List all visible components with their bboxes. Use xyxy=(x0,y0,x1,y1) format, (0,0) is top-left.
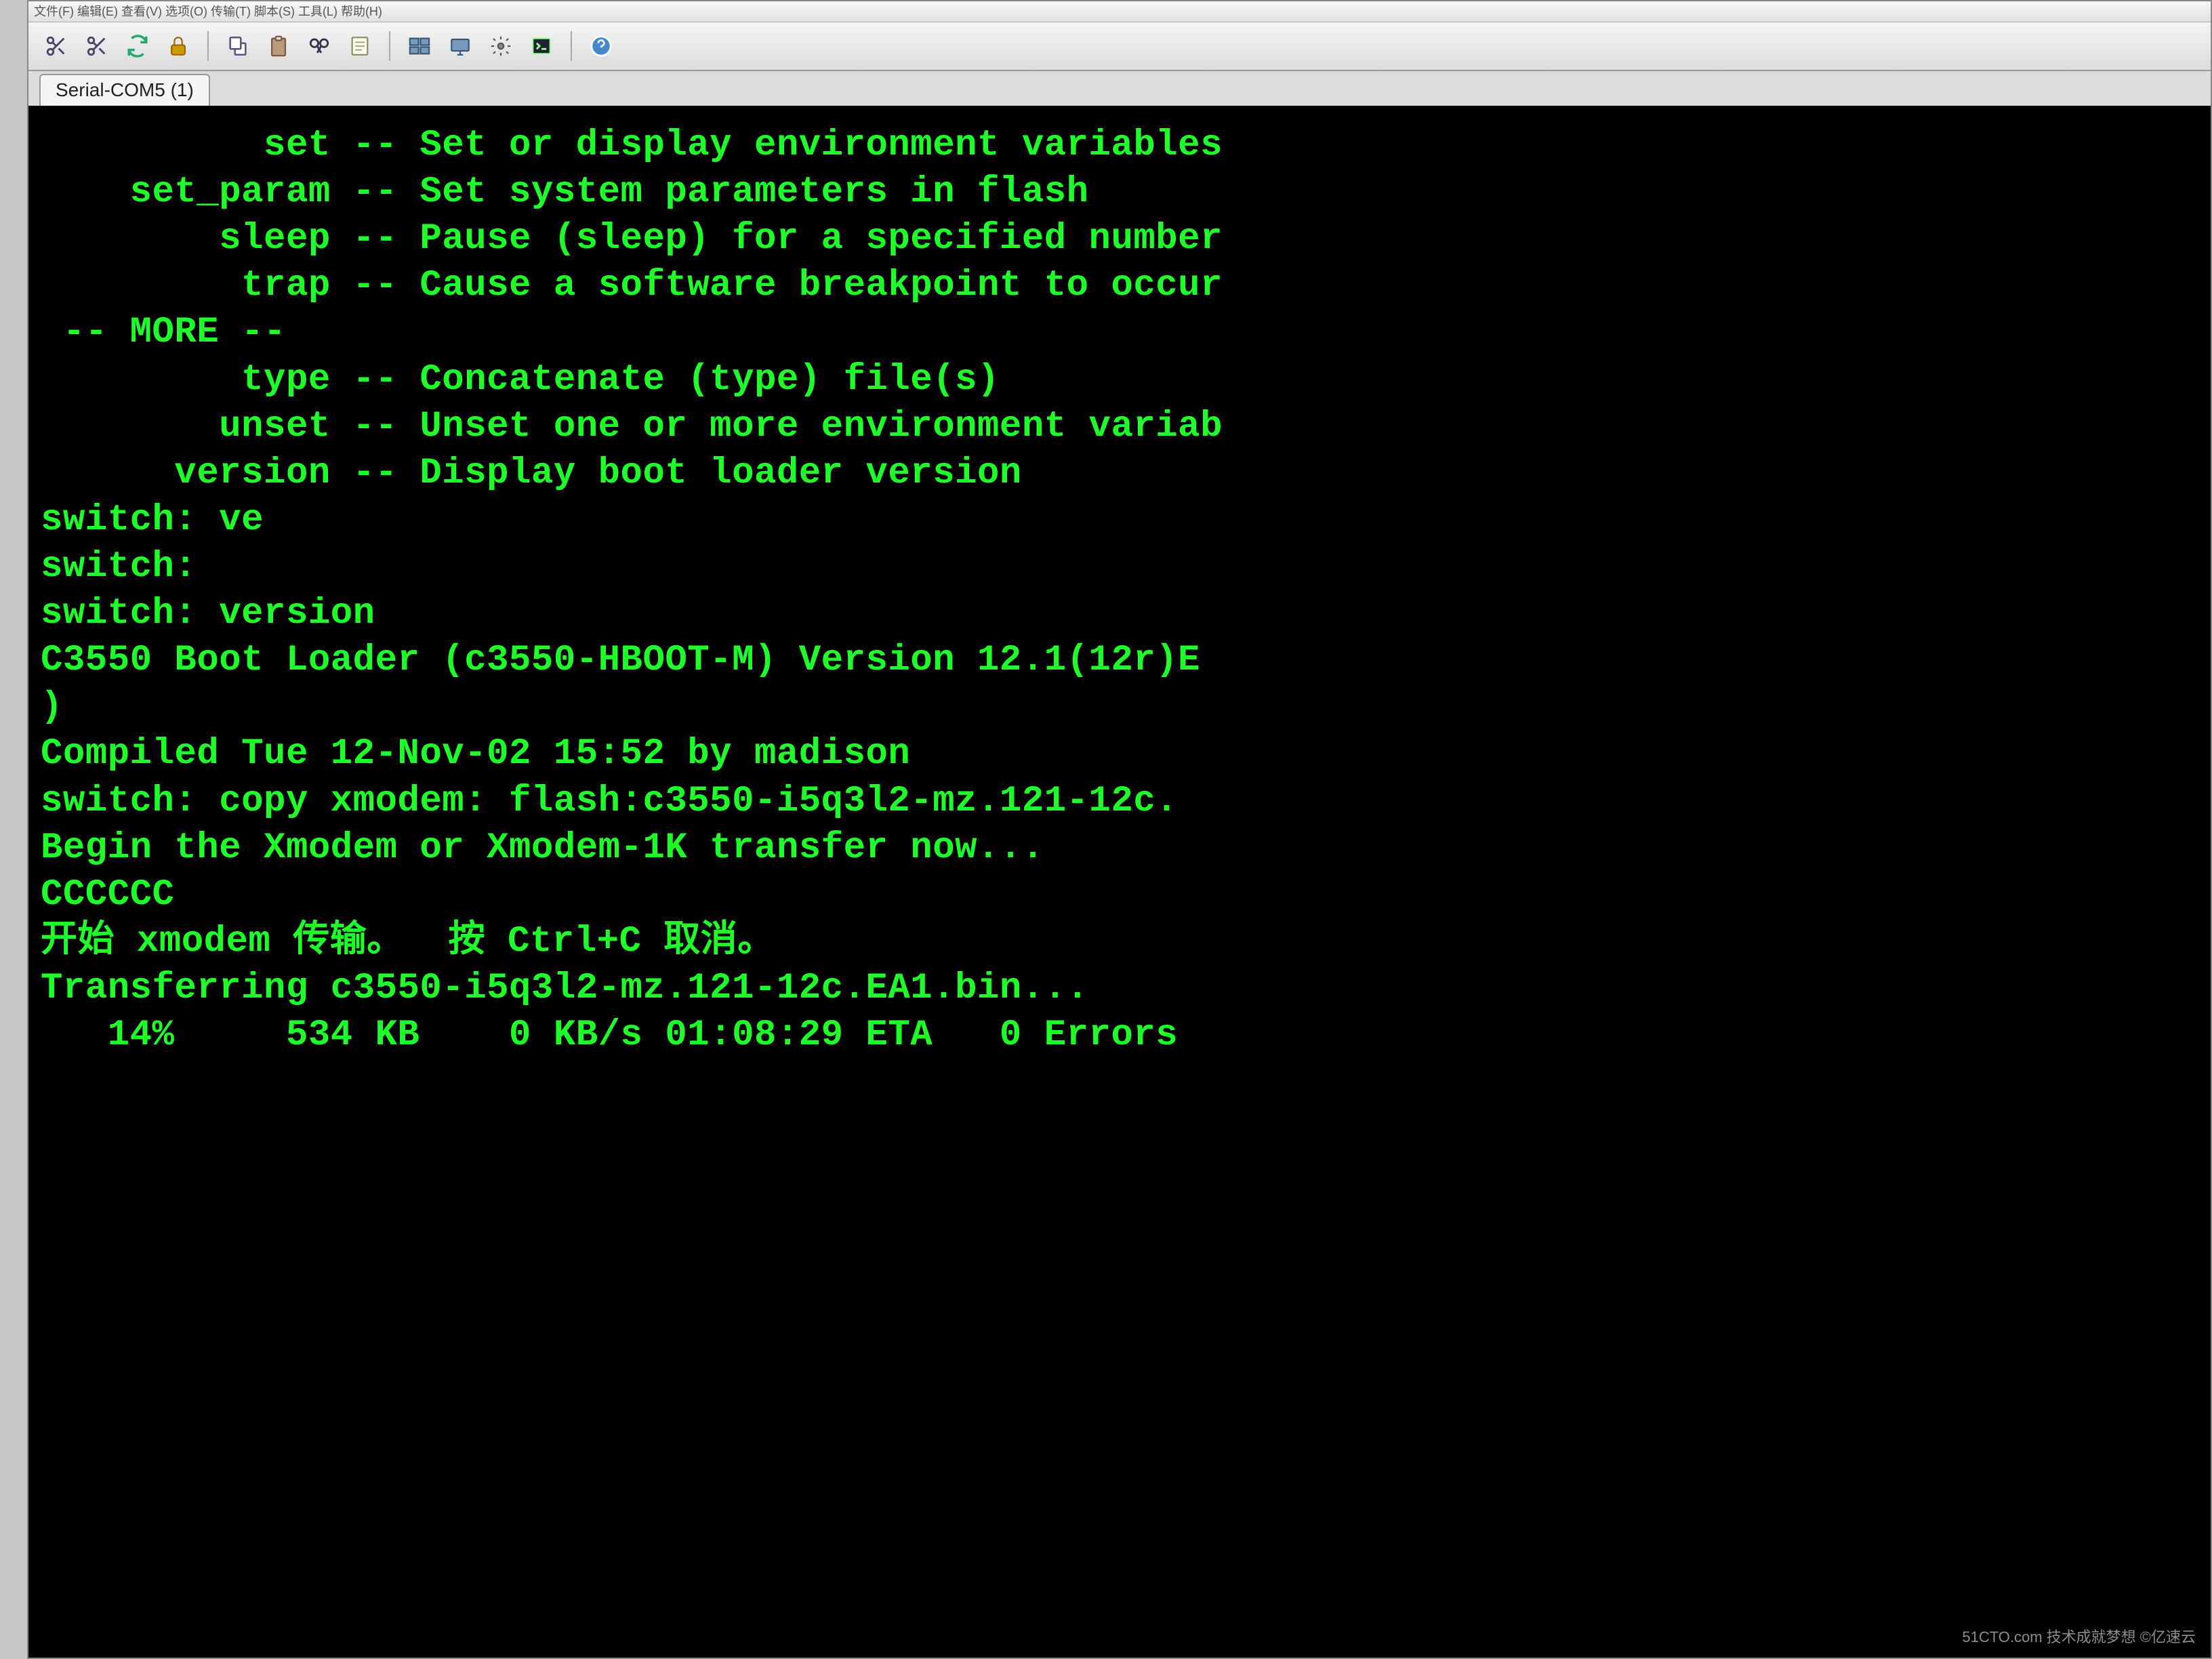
lock-icon[interactable] xyxy=(164,32,192,60)
scissors-icon[interactable] xyxy=(42,32,70,60)
term-line: Begin the Xmodem or Xmodem-1K transfer n… xyxy=(41,825,2211,872)
term-line: Transferring c3550-i5q3l2-mz.121-12c.EA1… xyxy=(41,965,2211,1012)
watermark: 51CTO.com 技术成就梦想 ©亿速云 xyxy=(1962,1625,2196,1647)
scissors-icon[interactable] xyxy=(83,32,111,60)
term-line: ) xyxy=(41,684,2211,731)
refresh-icon[interactable] xyxy=(123,32,152,60)
term-line: CCCCCC xyxy=(41,872,2211,918)
toolbar-separator xyxy=(571,31,572,61)
tab-serial-com5[interactable]: Serial-COM5 (1) xyxy=(39,74,210,106)
app-window: 文件(F) 编辑(E) 查看(V) 选项(O) 传输(T) 脚本(S) 工具(L… xyxy=(27,0,2212,1659)
term-line: sleep -- Pause (sleep) for a specified n… xyxy=(41,216,2211,262)
tab-label: Serial-COM5 (1) xyxy=(56,79,194,101)
term-line: type -- Concatenate (type) file(s) xyxy=(41,356,2211,403)
find-icon[interactable] xyxy=(305,32,333,60)
copy-icon[interactable] xyxy=(224,32,252,60)
term-line: switch: ve xyxy=(41,497,2211,544)
term-line: trap -- Cause a software breakpoint to o… xyxy=(41,262,2211,309)
toolbar-separator xyxy=(207,31,209,61)
settings-icon[interactable] xyxy=(487,32,515,60)
term-line: 14% 534 KB 0 KB/s 01:08:29 ETA 0 Errors xyxy=(41,1012,2211,1059)
term-line: switch: xyxy=(41,544,2211,590)
term-line: switch: version xyxy=(41,590,2211,637)
screens-icon[interactable] xyxy=(405,32,434,60)
term-line: unset -- Unset one or more environment v… xyxy=(41,403,2211,450)
tabbar: Serial-COM5 (1) xyxy=(28,71,2211,108)
terminal-output[interactable]: set -- Set or display environment variab… xyxy=(28,106,2211,1658)
prompt-icon[interactable] xyxy=(527,32,556,60)
paste-icon[interactable] xyxy=(264,32,293,60)
term-line: -- MORE -- xyxy=(41,309,2211,356)
toolbar-separator xyxy=(389,31,390,61)
term-line: switch: copy xmodem: flash:c3550-i5q3l2-… xyxy=(41,778,2211,825)
term-line: set -- Set or display environment variab… xyxy=(41,122,2211,169)
term-line: Compiled Tue 12-Nov-02 15:52 by madison xyxy=(41,731,2211,777)
help-icon[interactable] xyxy=(587,32,615,60)
notes-icon[interactable] xyxy=(346,32,374,60)
term-line: set_param -- Set system parameters in fl… xyxy=(41,169,2211,216)
toolbar xyxy=(28,22,2211,71)
screen-icon[interactable] xyxy=(446,32,474,60)
term-line: C3550 Boot Loader (c3550-HBOOT-M) Versio… xyxy=(41,637,2211,684)
menubar[interactable]: 文件(F) 编辑(E) 查看(V) 选项(O) 传输(T) 脚本(S) 工具(L… xyxy=(28,1,2211,22)
term-line: version -- Display boot loader version xyxy=(41,450,2211,497)
term-line: 开始 xmodem 传输。 按 Ctrl+C 取消。 xyxy=(41,918,2211,965)
